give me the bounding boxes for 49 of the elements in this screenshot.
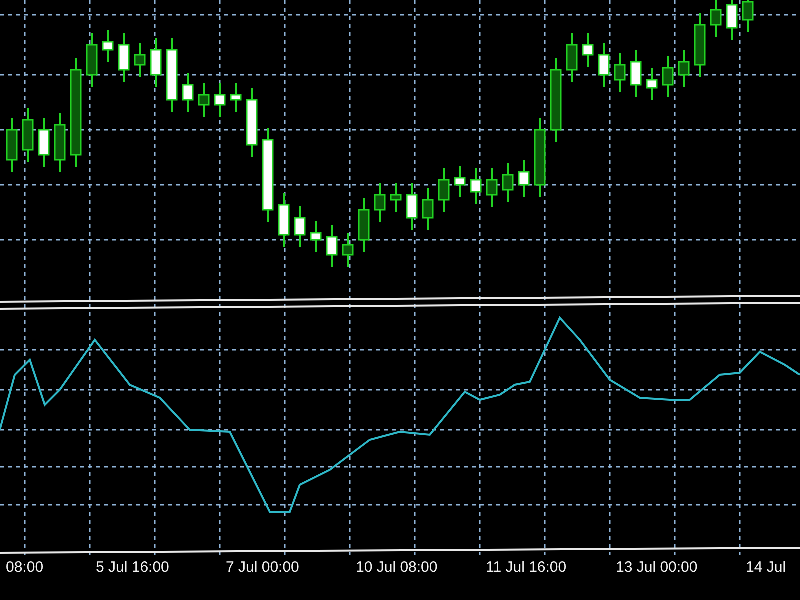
candlestick (710, 0, 722, 37)
candlestick (502, 163, 514, 202)
candlestick (486, 168, 498, 207)
candlestick (134, 43, 146, 77)
candlestick (326, 225, 338, 267)
candlestick (694, 13, 706, 77)
candlestick (598, 43, 610, 87)
time-axis-label: 7 Jul 00:00 (225, 559, 300, 576)
candlestick (102, 30, 114, 62)
candlestick (438, 168, 450, 212)
candlestick (294, 206, 306, 247)
candlestick (278, 193, 290, 247)
candlestick (422, 188, 434, 230)
time-axis-label: 10 Jul 08:00 (355, 559, 439, 576)
candlestick (214, 83, 226, 117)
candlestick (310, 221, 322, 252)
candlestick (86, 33, 98, 87)
candlestick (182, 73, 194, 112)
candlestick (726, 0, 738, 40)
candlestick (470, 168, 482, 204)
candlestick (742, 0, 754, 32)
candlestick (582, 33, 594, 67)
time-axis-label: 14 Jul (745, 559, 788, 576)
candlestick (406, 183, 418, 230)
time-axis-label: 5 Jul 16:00 (95, 559, 170, 576)
candlestick (662, 56, 674, 97)
time-axis-label: 13 Jul 00:00 (615, 559, 699, 576)
candlestick (518, 160, 530, 197)
candlestick (246, 88, 258, 157)
candlestick (150, 38, 162, 87)
candlestick (118, 33, 130, 82)
candlestick (230, 83, 242, 112)
candlestick (198, 83, 210, 117)
candlestick (630, 50, 642, 97)
candlestick (374, 183, 386, 222)
candlestick (6, 118, 18, 172)
time-axis-label: 11 Jul 16:00 (485, 559, 568, 576)
candlestick (454, 166, 466, 197)
candlestick (38, 118, 50, 167)
candlestick (678, 50, 690, 87)
candlestick (646, 68, 658, 100)
candlestick (54, 113, 66, 172)
time-axis-label: 08:00 (5, 559, 45, 576)
candlestick (614, 53, 626, 92)
candlestick (566, 33, 578, 82)
candlestick (342, 233, 354, 267)
candlestick (390, 183, 402, 212)
candlestick (22, 108, 34, 162)
candlestick (358, 198, 370, 252)
